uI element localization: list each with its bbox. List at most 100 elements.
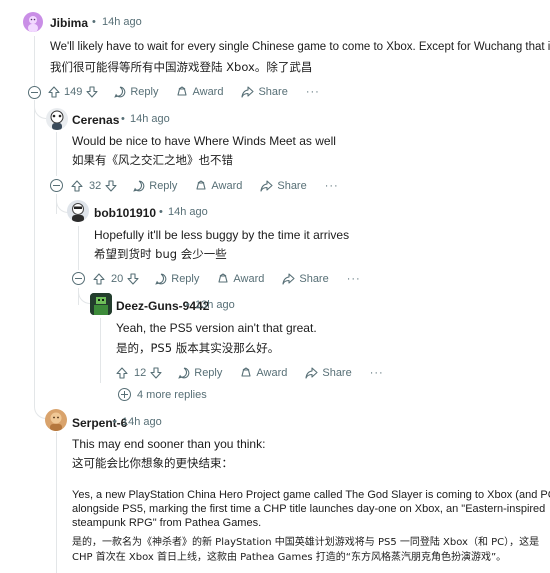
award-icon: [241, 367, 251, 377]
reply-button[interactable]: Reply: [178, 367, 222, 379]
reply-button[interactable]: Reply: [114, 86, 158, 98]
more-replies-label: 4 more replies: [137, 388, 207, 401]
more-replies-button[interactable]: 4 more replies: [118, 388, 207, 401]
plus-icon: [118, 388, 131, 401]
comment-text-zh: 我们很可能得等所有中国游戏登陆 Xbox。除了武昌: [50, 60, 313, 74]
reply-icon: [133, 180, 145, 192]
downvote-icon: [127, 273, 139, 285]
more-options-button[interactable]: ···: [325, 180, 339, 192]
comment-timestamp[interactable]: 14h ago: [130, 113, 170, 125]
upvote-icon: [116, 367, 128, 379]
award-icon: [177, 86, 188, 96]
reply-button[interactable]: Reply: [133, 180, 177, 192]
thread-line-c1-children: [34, 100, 35, 405]
share-label: Share: [322, 367, 352, 379]
comment-author[interactable]: Jibima: [50, 16, 88, 30]
upvote-button[interactable]: [116, 367, 128, 379]
comment-text-en: Hopefully it'll be less buggy by the tim…: [94, 228, 350, 242]
downvote-icon: [105, 180, 117, 192]
comment-author[interactable]: Cerenas: [72, 113, 119, 127]
upvote-button[interactable]: [71, 180, 83, 192]
comment-text-zh: 这可能会比你想象的更快结束：: [72, 456, 233, 470]
downvote-icon: [150, 367, 162, 379]
award-button[interactable]: Award: [240, 367, 287, 379]
vote-count: 149: [64, 86, 83, 98]
avatar-cerenas[interactable]: [46, 108, 68, 130]
comment-timestamp[interactable]: 14h ago: [168, 206, 208, 218]
comment-timestamp[interactable]: 13h ago: [195, 299, 235, 311]
upvote-icon: [48, 86, 60, 98]
avatar-bob101910[interactable]: [67, 200, 89, 222]
share-icon: [241, 86, 255, 98]
comment-text-zh: 希望到货时 bug 会少一些: [94, 247, 227, 261]
comment-text-en: Yeah, the PS5 version ain't that great.: [116, 321, 317, 335]
award-label: Award: [192, 86, 224, 98]
reply-icon: [178, 367, 190, 379]
comment-paragraph-en-line: Yes, a new PlayStation China Hero Projec…: [72, 489, 550, 501]
upvote-button[interactable]: [93, 273, 105, 285]
comment-paragraph-zh-line: CHP 首次在 Xbox 首日上线，这款由 Pathea Games 打造的“东…: [72, 552, 507, 563]
comment-timestamp[interactable]: 14h ago: [122, 416, 162, 428]
reply-icon: [155, 273, 167, 285]
upvote-icon: [93, 273, 105, 285]
downvote-button[interactable]: [127, 273, 139, 285]
share-button[interactable]: Share: [282, 273, 329, 285]
share-label: Share: [299, 273, 329, 285]
more-options-button[interactable]: ···: [306, 86, 320, 98]
share-button[interactable]: Share: [260, 180, 307, 192]
share-icon: [260, 180, 273, 192]
meta-separator: •: [121, 113, 125, 125]
reply-label: Reply: [149, 180, 178, 192]
comment-paragraph-en-line: steampunk RPG" from Pathea Games.: [72, 517, 262, 529]
comment-actions-c2: 32 Reply Award Share ···: [71, 176, 339, 196]
comment-text-zh: 是的，PS5 版本其实没那么好。: [116, 341, 280, 355]
collapse-toggle-c3[interactable]: [72, 272, 85, 285]
award-icon: [218, 273, 228, 283]
comment-author[interactable]: Serpent-6: [72, 416, 127, 430]
reply-icon: [114, 86, 126, 98]
award-button[interactable]: Award: [195, 180, 242, 192]
share-button[interactable]: Share: [305, 367, 352, 379]
share-button[interactable]: Share: [241, 86, 288, 98]
downvote-button[interactable]: [86, 86, 98, 98]
downvote-button[interactable]: [105, 180, 117, 192]
avatar-jibima[interactable]: [23, 12, 43, 32]
thread-line-c3: [78, 226, 79, 270]
comment-text-en: Would be nice to have Where Winds Meet a…: [72, 134, 336, 148]
comment-text-en: This may end sooner than you think:: [72, 437, 266, 451]
vote-count: 20: [111, 273, 124, 285]
downvote-icon: [86, 86, 98, 98]
award-icon: [196, 180, 206, 190]
share-label: Share: [258, 86, 288, 98]
thread-line-c2: [56, 132, 57, 176]
reply-button[interactable]: Reply: [155, 273, 199, 285]
share-label: Share: [277, 180, 307, 192]
collapse-toggle-c1[interactable]: [28, 86, 41, 99]
collapse-toggle-c2[interactable]: [50, 179, 63, 192]
comment-timestamp[interactable]: 14h ago: [102, 16, 142, 28]
upvote-icon: [71, 180, 83, 192]
meta-separator: •: [92, 16, 96, 28]
more-options-button[interactable]: ···: [370, 367, 384, 379]
comment-text-zh: 如果有《风之交汇之地》也不错: [72, 153, 233, 167]
avatar-serpent-6[interactable]: [45, 409, 67, 431]
comment-actions-c1: 149 Reply Award Share ···: [48, 82, 320, 102]
reply-label: Reply: [130, 86, 159, 98]
thread-line-c5: [56, 432, 57, 573]
downvote-button[interactable]: [150, 367, 162, 379]
comment-actions-c4: 12 Reply Award Share ···: [116, 363, 384, 383]
upvote-button[interactable]: [48, 86, 60, 98]
more-options-button[interactable]: ···: [347, 273, 361, 285]
award-label: Award: [233, 273, 265, 285]
thread-line-c1: [34, 36, 35, 90]
award-button[interactable]: Award: [217, 273, 264, 285]
award-button[interactable]: Award: [176, 86, 223, 98]
comment-author[interactable]: bob101910: [94, 206, 156, 220]
comment-paragraph-zh-line: 是的，一款名为《神杀者》的新 PlayStation 中国英雄计划游戏将与 PS…: [72, 537, 540, 548]
comment-actions-c3: 20 Reply Award Share ···: [93, 269, 361, 289]
comment-text-en: We'll likely have to wait for every sing…: [50, 41, 550, 53]
share-icon: [305, 367, 318, 379]
avatar-deez-guns[interactable]: [90, 293, 112, 315]
meta-separator: •: [186, 299, 190, 311]
award-label: Award: [256, 367, 288, 379]
